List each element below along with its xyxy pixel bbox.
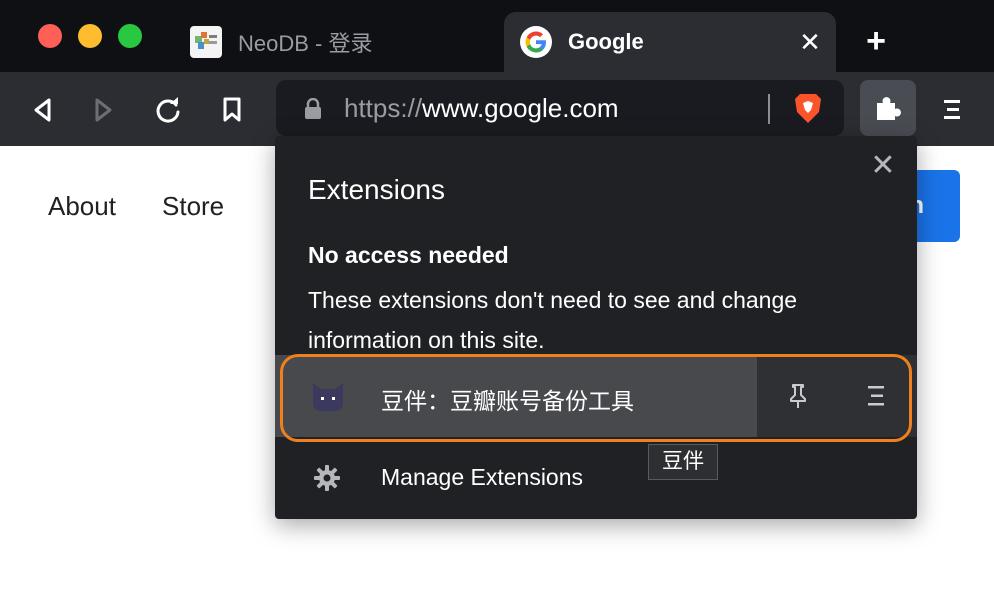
about-link[interactable]: About <box>48 191 116 222</box>
extensions-button[interactable] <box>860 80 916 136</box>
tab-close-button[interactable]: ✕ <box>796 28 824 56</box>
reload-icon <box>156 97 180 123</box>
window-close-button[interactable] <box>38 24 62 48</box>
cat-ears-icon <box>313 383 343 411</box>
main-menu-button[interactable] <box>932 90 972 130</box>
bookmark-button[interactable] <box>212 90 252 130</box>
tab-google[interactable]: Google ✕ <box>504 12 836 72</box>
bookmark-icon <box>223 97 241 122</box>
url-host: www.google.com <box>422 93 619 123</box>
toolbar: https://www.google.com <box>0 72 994 146</box>
omnibox-divider <box>768 94 770 124</box>
new-tab-button[interactable]: + <box>858 24 894 60</box>
window-zoom-button[interactable] <box>118 24 142 48</box>
puzzle-piece-icon <box>877 97 901 120</box>
extension-menu-button[interactable] <box>859 379 893 413</box>
tab-title: Google <box>568 29 644 54</box>
tab-title: NeoDB - 登录 <box>238 31 373 56</box>
extension-row: 豆伴：豆瓣账号备份工具 <box>275 355 917 437</box>
section-heading: No access needed <box>308 242 509 268</box>
back-button[interactable] <box>22 90 62 130</box>
url-text[interactable]: https://www.google.com <box>344 93 619 124</box>
brave-shields-icon[interactable] <box>790 90 826 126</box>
extension-name: 豆伴：豆瓣账号备份工具 <box>381 388 634 414</box>
forward-button[interactable] <box>84 90 124 130</box>
url-scheme: https:// <box>344 93 423 123</box>
reload-button[interactable] <box>148 90 188 130</box>
store-link[interactable]: Store <box>162 191 224 222</box>
lock-icon <box>305 98 321 119</box>
address-bar[interactable]: https://www.google.com <box>276 80 844 136</box>
neodb-logo-icon <box>190 26 222 58</box>
forward-arrow-icon <box>95 98 112 122</box>
manage-extensions-label: Manage Extensions <box>381 464 584 490</box>
pin-icon <box>790 384 806 408</box>
google-g-icon <box>520 26 552 58</box>
gear-icon <box>314 465 340 491</box>
window-minimize-button[interactable] <box>78 24 102 48</box>
extensions-popup: Extensions ✕ No access needed These exte… <box>275 136 917 519</box>
popup-close-button[interactable]: ✕ <box>869 151 897 181</box>
hamburger-menu-icon <box>944 100 960 119</box>
popup-title: Extensions <box>308 174 445 205</box>
pin-extension-button[interactable] <box>781 379 815 413</box>
manage-extensions-row[interactable]: Manage Extensions <box>275 446 917 510</box>
section-description: These extensions don't need to see and c… <box>308 287 798 353</box>
hamburger-menu-icon <box>868 386 884 406</box>
back-arrow-icon <box>34 98 51 122</box>
extension-launch-button[interactable]: 豆伴：豆瓣账号备份工具 <box>275 355 757 437</box>
extension-tooltip: 豆伴 <box>648 444 718 480</box>
tab-neodb[interactable]: NeoDB - 登录 <box>176 12 496 72</box>
tab-strip: NeoDB - 登录 Google ✕ + <box>0 0 994 72</box>
